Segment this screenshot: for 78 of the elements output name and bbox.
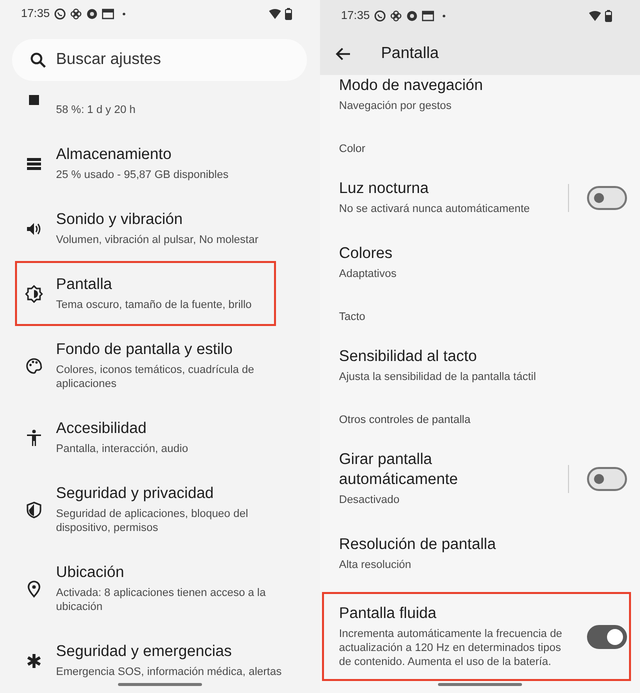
wifi-icon [589,11,601,21]
settings-item[interactable]: Modo de navegación Navegación por gestos [320,75,640,127]
accessibility-icon [25,428,43,446]
item-subtitle: Seguridad de aplicaciones, bloqueo del dispositivo, permisos [56,507,250,535]
location-pin-icon [25,580,43,598]
status-time: 17:35 [21,8,50,20]
settings-item[interactable]: Accesibilidad Pantalla, interacción, audio [0,405,320,470]
browser-icon [406,10,418,22]
item-subtitle: Pantalla, interacción, audio [56,442,190,456]
settings-item[interactable]: Fondo de pantalla y estilo Colores, iconos temáticos, cuadrícula de aplicaciones [0,326,320,405]
item-title: Pantalla [56,275,114,295]
item-subtitle: Alta resolución [339,558,412,572]
item-subtitle: Ajusta la sensibilidad de la pantalla táctil [339,370,537,384]
item-subtitle: Activada: 8 aplicaciones tienen acceso a la ubicación [56,586,267,614]
palette-icon [25,356,43,374]
settings-item[interactable]: Sensibilidad al tacto Ajusta la sensibilidad de la pantalla táctil [320,333,640,398]
status-time: 17:35 [341,10,370,22]
section-header: Tacto [338,310,366,325]
item-title: Almacenamiento [56,145,172,165]
item-title: Accesibilidad [56,419,148,439]
item-subtitle: 58 %: 1 d y 20 h [56,103,136,117]
section-header: Color [338,142,366,157]
item-title: Ubicación [56,563,126,583]
toggle-switch[interactable] [587,624,627,648]
settings-item[interactable]: Luz nocturna No se activará nunca automáticamente [320,165,640,230]
settings-item[interactable]: Resolución de pantalla Alta resolución [320,521,640,586]
settings-item[interactable]: Colores Adaptativos [320,230,640,295]
item-title: Sensibilidad al tacto [339,347,478,367]
item-title: Seguridad y privacidad [56,484,215,504]
item-title: Pantalla fluida [339,604,438,624]
search-field[interactable]: Buscar ajustes [12,39,307,81]
chat-bubble-icon [374,10,386,22]
toggle-switch[interactable] [587,466,627,490]
item-title: Seguridad y emergencias [56,642,233,662]
browser-icon [86,8,98,20]
more-notifications-icon [122,12,126,16]
settings-item[interactable]: 58 %: 1 d y 20 h [0,89,320,131]
item-title: Modo de navegación [339,76,484,96]
item-title: Fondo de pantalla y estilo [56,340,234,360]
window-icon [422,10,434,22]
settings-item[interactable]: Pantalla fluida Incrementa automáticamente la frecuencia de actualización a 120 Hz en determinados tipos de contenido. Aumenta el uso de la batería. [322,592,631,681]
item-subtitle: Adaptativos [339,267,398,281]
item-title: Girar pantalla automáticamente [339,450,459,490]
item-subtitle: Navegación por gestos [339,99,453,113]
item-title: Luz nocturna [339,179,430,199]
wifi-icon [269,8,281,18]
shield-icon [25,500,43,518]
item-subtitle: No se activará nunca automáticamente [339,202,531,216]
item-subtitle: Volumen, vibración al pulsar, No molestar [56,233,260,247]
item-subtitle: Colores, iconos temáticos, cuadrícula de aplicaciones [56,363,256,391]
battery-icon [285,8,292,20]
pinwheel-icon [390,10,402,22]
settings-item[interactable]: Seguridad y emergencias Emergencia SOS, información médica, alertas [0,628,320,693]
settings-item[interactable]: Seguridad y privacidad Seguridad de aplicaciones, bloqueo del dispositivo, permisos [0,470,320,549]
back-arrow-icon[interactable] [335,46,351,60]
section-header: Otros controles de pantalla [338,413,472,428]
settings-item[interactable]: Girar pantalla automáticamente Desactivado [320,436,640,521]
battery-icon [605,10,612,22]
item-title: Resolución de pantalla [339,535,497,555]
brightness-icon [25,284,43,302]
item-title: Colores [339,244,394,264]
settings-item[interactable]: Sonido y vibración Volumen, vibración al pulsar, No molestar [0,196,320,261]
settings-item[interactable]: Ubicación Activada: 8 aplicaciones tienen acceso a la ubicación [0,549,320,628]
item-subtitle: Incrementa automáticamente la frecuencia de actualización a 120 Hz en determinados tipos de contenido. Aumenta el uso de la batería. [339,627,564,669]
item-subtitle: Tema oscuro, tamaño de la fuente, brillo [56,298,253,312]
more-notifications-icon [442,14,446,18]
item-subtitle: Emergencia SOS, información médica, alertas [56,665,283,679]
page-title: Pantalla [381,44,439,62]
item-subtitle: 25 % usado - 95,87 GB disponibles [56,168,230,182]
asterisk-icon [25,652,43,670]
window-icon [102,8,114,20]
chat-bubble-icon [54,8,66,20]
pinwheel-icon [70,8,82,20]
item-subtitle: Desactivado [339,493,401,507]
settings-item[interactable]: Almacenamiento 25 % usado - 95,87 GB disponibles [0,131,320,196]
toggle-switch[interactable] [587,186,627,210]
item-title: Sonido y vibración [56,210,184,230]
settings-item[interactable]: Pantalla Tema oscuro, tamaño de la fuente, brillo [15,261,276,326]
